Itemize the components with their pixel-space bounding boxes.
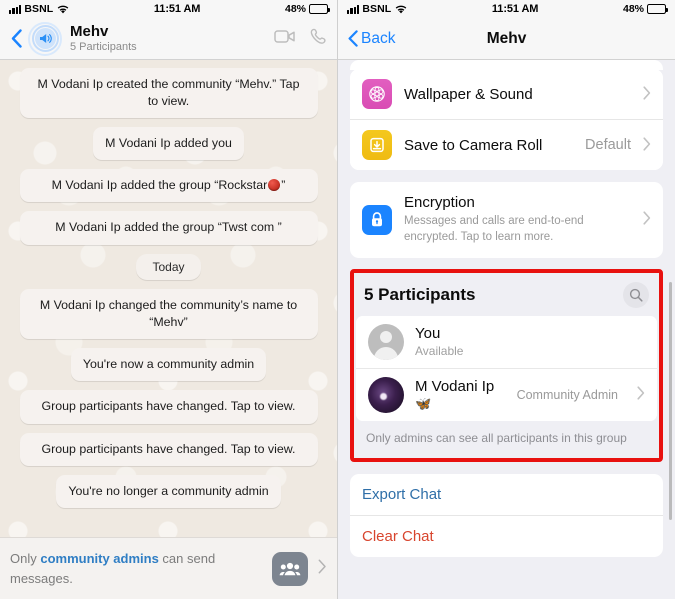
status-bar-right: 48% (284, 3, 330, 15)
community-announcement-icon[interactable] (28, 21, 62, 56)
encryption-title: Encryption (404, 194, 475, 211)
default-person-avatar (368, 323, 404, 360)
community-group-icon[interactable] (272, 551, 308, 586)
right-phone-screen: BSNL 11:51 AM 48% Back Mehv Wallpaper & … (338, 0, 675, 599)
carrier-label: BSNL (24, 3, 54, 15)
participants-note: Only admins can see all participants in … (356, 420, 657, 456)
participants-heading: 5 Participants (364, 284, 476, 304)
carrier-label: BSNL (362, 3, 392, 15)
back-label: Back (361, 29, 396, 47)
user-photo-avatar (368, 376, 404, 413)
chevron-right-icon (643, 211, 651, 228)
participant-name: M Vodani Ip (415, 377, 495, 395)
row-wallpaper-and-sound[interactable]: Wallpaper & Sound (350, 69, 663, 119)
vertical-scrollbar[interactable] (669, 282, 672, 520)
battery-icon (309, 4, 330, 14)
battery-percent-label: 48% (622, 3, 644, 15)
voice-call-icon[interactable] (310, 28, 327, 50)
system-message-bubble[interactable]: You're now a community admin (70, 348, 267, 382)
settings-card: Wallpaper & Sound Save to Camera Roll De… (350, 69, 663, 170)
participant-status: Available (415, 344, 464, 359)
chevron-right-icon (643, 85, 651, 103)
participant-name: You (415, 325, 441, 343)
message-text: M Vodani Ip added the group “Rockstar (51, 178, 268, 193)
restriction-notice: Only community admins can send messages. (10, 549, 262, 588)
wallpaper-sound-icon (362, 79, 392, 109)
system-message-bubble[interactable]: M Vodani Ip added the group “Twst com ” (19, 211, 318, 245)
message-text-tail: ” (281, 178, 286, 193)
lock-icon (362, 204, 392, 235)
system-message-bubble[interactable]: Group participants have changed. Tap to … (19, 390, 318, 424)
right-status-bar: BSNL 11:51 AM 48% (338, 0, 675, 18)
participants-highlight-box: 5 Participants You Available M Vodani Ip… (350, 268, 663, 462)
participant-row-you[interactable]: You Available (356, 315, 657, 368)
chevron-right-icon (637, 386, 645, 403)
status-bar-right: 48% (622, 3, 668, 15)
chat-title: Mehv (70, 23, 109, 41)
system-message-bubble[interactable]: Group participants have changed. Tap to … (19, 432, 318, 466)
system-message-bubble[interactable]: M Vodani Ip added the group “Rockstar ” (19, 169, 318, 203)
chat-header-actions (274, 28, 327, 50)
system-message-bubble[interactable]: M Vodani Ip changed the community’s name… (19, 289, 318, 340)
row-encryption[interactable]: Encryption Messages and calls are end-to… (350, 182, 663, 258)
battery-percent-label: 48% (284, 3, 306, 15)
butterfly-emoji: 🦋 (415, 395, 432, 411)
group-info-scroll-area[interactable]: Wallpaper & Sound Save to Camera Roll De… (338, 60, 675, 599)
export-chat-button[interactable]: Export Chat (350, 474, 663, 515)
participant-badge: Community Admin (516, 387, 618, 402)
community-admins-link[interactable]: community admins (40, 551, 158, 566)
wifi-icon (57, 5, 69, 14)
chat-message-list[interactable]: M Vodani Ip created the community “Mehv.… (0, 60, 337, 537)
day-divider: Today (136, 253, 201, 281)
chat-subtitle: 5 Participants (70, 41, 137, 54)
clock-label: 11:51 AM (491, 3, 539, 15)
chevron-right-icon[interactable] (318, 559, 327, 578)
chat-input-restricted-bar: Only community admins can send messages. (0, 537, 337, 599)
save-camera-roll-icon (362, 130, 392, 160)
chevron-right-icon (643, 136, 651, 154)
chat-actions-card: Export Chat Clear Chat (350, 473, 663, 557)
search-icon[interactable] (623, 281, 649, 308)
encryption-subtitle: Messages and calls are end-to-end encryp… (404, 215, 584, 244)
left-phone-screen: BSNL 11:51 AM 48% Mehv 5 Participants M … (0, 0, 338, 599)
participants-header: 5 Participants (356, 275, 657, 316)
wifi-icon (395, 5, 407, 14)
red-circle-emoji (268, 179, 281, 192)
system-message-bubble[interactable]: M Vodani Ip created the community “Mehv.… (19, 68, 318, 119)
system-message-bubble[interactable]: M Vodani Ip added you (93, 127, 244, 161)
group-info-header: Back Mehv (338, 18, 675, 60)
encryption-card[interactable]: Encryption Messages and calls are end-to… (350, 182, 663, 258)
left-status-bar: BSNL 11:51 AM 48% (0, 0, 337, 18)
status-bar-left: BSNL (347, 3, 407, 15)
back-chevron-icon[interactable] (6, 29, 26, 48)
system-message-bubble[interactable]: You're no longer a community admin (56, 474, 281, 508)
signal-bars-icon (347, 4, 360, 14)
status-bar-left: BSNL (9, 3, 69, 15)
chat-title-group[interactable]: Mehv 5 Participants (70, 23, 274, 54)
encryption-text-block: Encryption Messages and calls are end-to… (404, 194, 631, 246)
row-save-to-camera-roll[interactable]: Save to Camera Roll Default (350, 119, 663, 170)
dual-screenshot-container: BSNL 11:51 AM 48% Mehv 5 Participants M … (0, 0, 675, 599)
signal-bars-icon (9, 4, 22, 14)
clear-chat-button[interactable]: Clear Chat (350, 514, 663, 557)
participant-info: You Available (415, 325, 634, 358)
row-label: Wallpaper & Sound (404, 85, 533, 103)
clock-label: 11:51 AM (153, 3, 201, 15)
participants-list: You Available M Vodani Ip 🦋 Community Ad… (356, 315, 657, 421)
participant-row-m-vodani-ip[interactable]: M Vodani Ip 🦋 Community Admin (356, 367, 657, 421)
row-label: Save to Camera Roll (404, 136, 543, 154)
battery-icon (647, 4, 668, 14)
back-chevron-icon (348, 30, 358, 47)
video-call-icon[interactable] (274, 29, 296, 49)
participant-info: M Vodani Ip 🦋 (415, 378, 506, 412)
row-value: Default (585, 137, 631, 153)
chat-header: Mehv 5 Participants (0, 18, 337, 60)
back-button[interactable]: Back (348, 30, 395, 48)
notice-prefix: Only (10, 551, 41, 566)
